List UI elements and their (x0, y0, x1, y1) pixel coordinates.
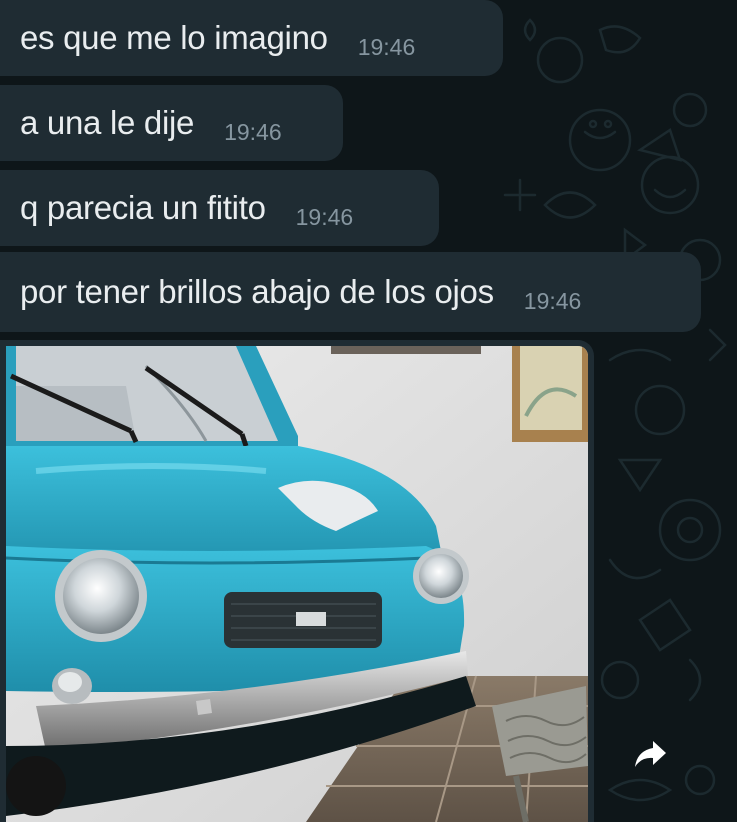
message-text: por tener brillos abajo de los ojos (20, 273, 494, 310)
car-photo-illustration (6, 346, 588, 822)
forward-arrow-icon (635, 741, 666, 767)
message-bubble[interactable]: es que me lo imagino 19:46 (0, 0, 503, 76)
message-bubble[interactable]: por tener brillos abajo de los ojos 19:4… (0, 252, 701, 332)
message-bubble[interactable]: q parecia un fitito 19:46 (0, 170, 439, 246)
message-timestamp: 19:46 (523, 287, 582, 314)
car-photo[interactable] (6, 346, 588, 822)
message-timestamp: 19:46 (295, 203, 354, 230)
image-message-bubble[interactable] (0, 340, 594, 822)
message-text: q parecia un fitito (20, 189, 266, 226)
message-text: es que me lo imagino (20, 19, 328, 56)
message-text: a una le dije (20, 104, 195, 141)
message-timestamp: 19:46 (224, 118, 282, 145)
message-bubble[interactable]: a una le dije 19:46 (0, 85, 343, 161)
message-timestamp: 19:46 (357, 33, 416, 60)
forward-button[interactable] (622, 726, 678, 782)
